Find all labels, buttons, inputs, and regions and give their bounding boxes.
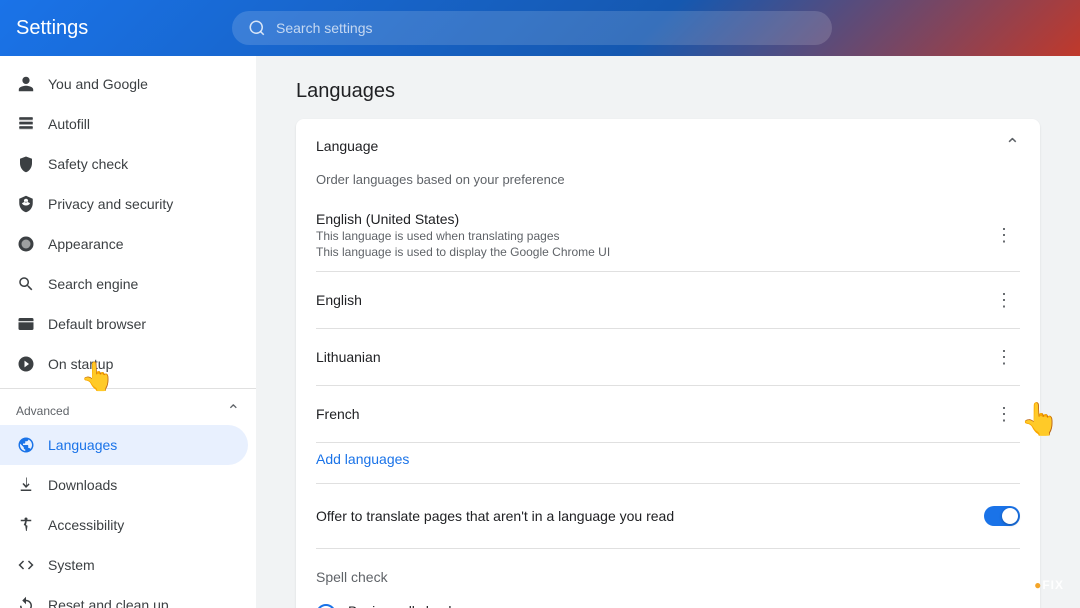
language-item-english: English ⋮ xyxy=(316,272,1020,329)
sidebar-item-label: Privacy and security xyxy=(48,196,173,212)
advanced-label: Advanced xyxy=(16,404,69,418)
sidebar-item-system[interactable]: System xyxy=(0,545,248,585)
sidebar-item-label: Languages xyxy=(48,437,117,453)
language-name: French xyxy=(316,406,360,422)
browser-icon xyxy=(16,314,36,334)
globe-icon xyxy=(16,435,36,455)
language-card-title: Language xyxy=(316,138,378,154)
language-name: Lithuanian xyxy=(316,349,381,365)
watermark: UG●FIX xyxy=(1014,578,1064,592)
appearance-icon xyxy=(16,234,36,254)
translate-setting-label: Offer to translate pages that aren't in … xyxy=(316,508,674,524)
basic-spell-check-option[interactable]: Basic spell check xyxy=(316,597,1020,608)
sidebar-item-label: Downloads xyxy=(48,477,117,493)
main-content: Languages Language ⌃ Order languages bas… xyxy=(256,56,1080,608)
sidebar-item-privacy-security[interactable]: Privacy and security xyxy=(0,184,248,224)
advanced-section-header[interactable]: Advanced ⌃ xyxy=(0,393,256,425)
radio-label: Basic spell check xyxy=(348,603,455,608)
language-item-french: French ⋮ xyxy=(316,386,1020,443)
language-card: Language ⌃ Order languages based on your… xyxy=(296,119,1040,608)
sidebar-item-label: Reset and clean up xyxy=(48,597,169,608)
language-info: English (United States) This language is… xyxy=(316,211,610,259)
language-menu-button[interactable]: ⋮ xyxy=(988,398,1020,430)
search-icon xyxy=(248,19,266,37)
sidebar: You and Google Autofill Safety check Pri… xyxy=(0,56,256,608)
radio-text: Basic spell check xyxy=(348,603,455,608)
sidebar-item-label: System xyxy=(48,557,95,573)
language-menu-button[interactable]: ⋮ xyxy=(988,284,1020,316)
system-icon xyxy=(16,555,36,575)
accessibility-icon xyxy=(16,515,36,535)
startup-icon xyxy=(16,354,36,374)
language-menu-button[interactable]: ⋮ xyxy=(988,219,1020,251)
language-item-english-us: English (United States) This language is… xyxy=(316,199,1020,272)
sidebar-item-safety-check[interactable]: Safety check xyxy=(0,144,248,184)
basic-spell-check-radio[interactable] xyxy=(316,604,336,608)
sidebar-item-downloads[interactable]: Downloads xyxy=(0,465,248,505)
page-title: Languages xyxy=(296,80,1040,103)
reset-icon xyxy=(16,595,36,608)
language-info: French xyxy=(316,406,360,422)
language-info: Lithuanian xyxy=(316,349,381,365)
language-desc-2: This language is used to display the Goo… xyxy=(316,245,610,259)
search-icon xyxy=(16,274,36,294)
autofill-icon xyxy=(16,114,36,134)
sidebar-item-default-browser[interactable]: Default browser xyxy=(0,304,248,344)
sidebar-item-on-startup[interactable]: On startup xyxy=(0,344,248,384)
translate-toggle[interactable] xyxy=(984,506,1020,526)
privacy-icon xyxy=(16,194,36,214)
add-languages-button[interactable]: Add languages xyxy=(316,443,409,475)
language-card-header[interactable]: Language ⌃ xyxy=(296,119,1040,172)
language-desc-1: This language is used when translating p… xyxy=(316,229,610,243)
divider-2 xyxy=(316,548,1020,549)
search-input[interactable] xyxy=(276,20,816,36)
language-card-subtitle: Order languages based on your preference xyxy=(316,172,1020,187)
sidebar-item-appearance[interactable]: Appearance xyxy=(0,224,248,264)
sidebar-item-reset[interactable]: Reset and clean up xyxy=(0,585,248,608)
search-bar[interactable] xyxy=(232,11,832,45)
sidebar-item-label: Appearance xyxy=(48,236,124,252)
spell-check-title: Spell check xyxy=(316,569,1020,585)
sidebar-item-languages[interactable]: Languages xyxy=(0,425,248,465)
person-icon xyxy=(16,74,36,94)
collapse-chevron-icon: ⌃ xyxy=(1005,135,1020,156)
language-info: English xyxy=(316,292,362,308)
sidebar-item-you-and-google[interactable]: You and Google xyxy=(0,64,248,104)
sidebar-item-label: Accessibility xyxy=(48,517,124,533)
spell-check-section: Spell check Basic spell check Enhanced s… xyxy=(316,557,1020,608)
sidebar-item-autofill[interactable]: Autofill xyxy=(0,104,248,144)
divider xyxy=(316,483,1020,484)
sidebar-item-label: Autofill xyxy=(48,116,90,132)
language-menu-button[interactable]: ⋮ xyxy=(988,341,1020,373)
sidebar-item-accessibility[interactable]: Accessibility xyxy=(0,505,248,545)
shield-icon xyxy=(16,154,36,174)
sidebar-divider xyxy=(0,388,256,389)
sidebar-item-label: Search engine xyxy=(48,276,138,292)
sidebar-item-search-engine[interactable]: Search engine xyxy=(0,264,248,304)
download-icon xyxy=(16,475,36,495)
translate-setting-row: Offer to translate pages that aren't in … xyxy=(316,492,1020,540)
language-item-lithuanian: Lithuanian ⋮ xyxy=(316,329,1020,386)
toggle-track[interactable] xyxy=(984,506,1020,526)
app-title: Settings xyxy=(16,17,216,40)
sidebar-item-label: Default browser xyxy=(48,316,146,332)
language-name: English (United States) xyxy=(316,211,610,227)
sidebar-item-label: On startup xyxy=(48,356,113,372)
sidebar-item-label: Safety check xyxy=(48,156,128,172)
advanced-chevron-icon: ⌃ xyxy=(227,401,240,421)
sidebar-item-label: You and Google xyxy=(48,76,148,92)
language-name: English xyxy=(316,292,362,308)
language-card-content: Order languages based on your preference… xyxy=(296,172,1040,608)
